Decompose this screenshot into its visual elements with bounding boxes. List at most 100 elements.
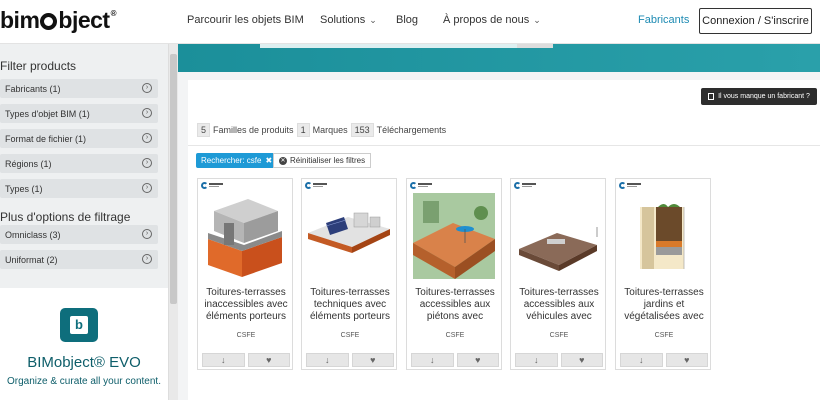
evo-subtitle: Organize & curate all your content. xyxy=(7,376,161,387)
search-button[interactable] xyxy=(517,44,553,48)
product-image xyxy=(413,193,495,279)
filter-types[interactable]: Types (1) › xyxy=(0,179,158,198)
chevron-down-icon: ⌄ xyxy=(369,15,377,25)
close-icon: ✕ xyxy=(279,156,287,165)
card-brand: CSFE xyxy=(549,332,569,339)
brands-count: 1 xyxy=(296,123,310,137)
product-image xyxy=(517,193,599,279)
product-card[interactable]: Toitures-terrasses techniques avec éléme… xyxy=(301,178,397,370)
downloads-count: 153 xyxy=(350,123,374,137)
evo-title: BIMobject® EVO xyxy=(27,354,141,371)
hero-banner xyxy=(178,44,820,72)
login-button[interactable]: Connexion / S'inscrire xyxy=(699,8,812,34)
nav-manufacturers[interactable]: Fabricants xyxy=(638,14,689,26)
card-title: Toitures-terrasses techniques avec éléme… xyxy=(309,287,391,322)
heart-icon[interactable]: ♥ xyxy=(560,353,603,367)
reset-label: Réinitialiser les filtres xyxy=(290,156,366,165)
brand-logo xyxy=(514,182,538,190)
downloads-label: Téléchargements xyxy=(376,125,447,135)
top-navigation: bim bject® Parcourir les objets BIM Solut… xyxy=(0,0,820,44)
download-icon[interactable]: ↓ xyxy=(411,353,454,367)
filter-label: Fabricants (1) xyxy=(5,83,61,94)
filter-title: Filter products xyxy=(0,59,77,73)
filter-label: Types (1) xyxy=(5,183,43,194)
evo-icon-letter: b xyxy=(70,316,88,334)
product-image xyxy=(204,193,286,279)
card-title: Toitures-terrasses accessibles aux véhic… xyxy=(519,287,599,322)
card-brand: CSFE xyxy=(340,332,360,339)
filter-label: Uniformat (2) xyxy=(5,254,58,265)
heart-icon[interactable]: ♥ xyxy=(665,353,708,367)
chevron-right-icon: › xyxy=(142,254,152,264)
search-input[interactable] xyxy=(260,44,552,48)
results-stats: 5 Familles de produits 1 Marques 153 Tél… xyxy=(197,123,446,137)
scrollbar-thumb[interactable] xyxy=(170,54,177,304)
download-icon[interactable]: ↓ xyxy=(515,353,558,367)
families-label: Familles de produits xyxy=(213,125,294,135)
brand-logo xyxy=(201,182,225,190)
reset-filters-button[interactable]: ✕ Réinitialiser les filtres xyxy=(273,153,372,168)
missing-label: Il vous manque un fabricant ? xyxy=(718,93,810,100)
download-icon[interactable]: ↓ xyxy=(620,353,663,367)
heart-icon[interactable]: ♥ xyxy=(247,353,290,367)
more-filters-title: Plus d'options de filtrage xyxy=(0,210,131,224)
chevron-right-icon: › xyxy=(142,183,152,193)
card-title: Toitures-terrasses inaccessibles avec él… xyxy=(204,287,288,322)
filter-uniformat[interactable]: Uniformat (2) › xyxy=(0,250,158,269)
nav-label: Fabricants xyxy=(638,14,690,26)
sidebar-scrollbar[interactable] xyxy=(168,44,178,400)
card-brand: CSFE xyxy=(445,332,465,339)
product-card[interactable]: Toitures-terrasses jardins et végétalisé… xyxy=(615,178,711,370)
brands-label: Marques xyxy=(312,125,348,135)
chevron-right-icon: › xyxy=(142,83,152,93)
nav-blog[interactable]: Blog xyxy=(396,14,418,26)
bimobject-logo[interactable]: bim bject® xyxy=(0,7,140,33)
evo-promo[interactable]: b BIMobject® EVO Organize & curate all y… xyxy=(0,288,168,400)
logo-text: bim bject® xyxy=(0,6,117,33)
chevron-right-icon: › xyxy=(142,133,152,143)
document-icon xyxy=(708,93,715,100)
brand-logo xyxy=(305,182,329,190)
filter-omniclass[interactable]: Omniclass (3) › xyxy=(0,225,158,244)
brand-logo xyxy=(410,182,434,190)
nav-label: Blog xyxy=(396,14,419,26)
card-brand: CSFE xyxy=(236,332,256,339)
chevron-right-icon: › xyxy=(142,108,152,118)
nav-label: Solutions xyxy=(320,14,366,26)
filter-regions[interactable]: Régions (1) › xyxy=(0,154,158,173)
nav-browse-bim-objects[interactable]: Parcourir les objets BIM xyxy=(187,14,304,26)
download-icon[interactable]: ↓ xyxy=(306,353,349,367)
product-image xyxy=(308,193,390,279)
close-icon[interactable]: ✖ xyxy=(265,156,272,165)
login-label: Connexion / S'inscrire xyxy=(702,15,809,27)
chevron-right-icon: › xyxy=(142,158,152,168)
product-card[interactable]: Toitures-terrasses inaccessibles avec él… xyxy=(197,178,293,370)
filter-label: Régions (1) xyxy=(5,158,52,169)
chevron-down-icon: ⌄ xyxy=(533,15,541,25)
product-image xyxy=(622,193,704,279)
evo-app-icon: b xyxy=(60,308,98,342)
tag-label: Rechercher: csfe xyxy=(201,156,262,165)
nav-about[interactable]: À propos de nous ⌄ xyxy=(443,14,541,26)
heart-icon[interactable]: ♥ xyxy=(351,353,394,367)
product-card[interactable]: Toitures-terrasses accessibles aux piéto… xyxy=(406,178,502,370)
nav-label: Parcourir les objets BIM xyxy=(187,14,304,26)
filter-bim-object-types[interactable]: Types d'objet BIM (1) › xyxy=(0,104,158,123)
filter-manufacturers[interactable]: Fabricants (1) › xyxy=(0,79,158,98)
heart-icon[interactable]: ♥ xyxy=(456,353,499,367)
chevron-right-icon: › xyxy=(142,229,152,239)
card-title: Toitures-terrasses accessibles aux piéto… xyxy=(415,287,495,322)
search-filter-tag[interactable]: Rechercher: csfe ✖ xyxy=(196,153,278,168)
download-icon[interactable]: ↓ xyxy=(202,353,245,367)
filter-label: Types d'objet BIM (1) xyxy=(5,108,90,119)
product-card[interactable]: Toitures-terrasses accessibles aux véhic… xyxy=(510,178,606,370)
filter-label: Format de fichier (1) xyxy=(5,133,87,144)
nav-label: À propos de nous xyxy=(443,14,530,26)
nav-solutions[interactable]: Solutions ⌄ xyxy=(320,14,377,26)
brand-logo xyxy=(619,182,643,190)
filter-file-format[interactable]: Format de fichier (1) › xyxy=(0,129,158,148)
card-title: Toitures-terrasses jardins et végétalisé… xyxy=(624,287,704,322)
divider xyxy=(188,145,820,146)
families-count: 5 xyxy=(197,123,211,137)
missing-manufacturer-button[interactable]: Il vous manque un fabricant ? xyxy=(701,88,817,105)
